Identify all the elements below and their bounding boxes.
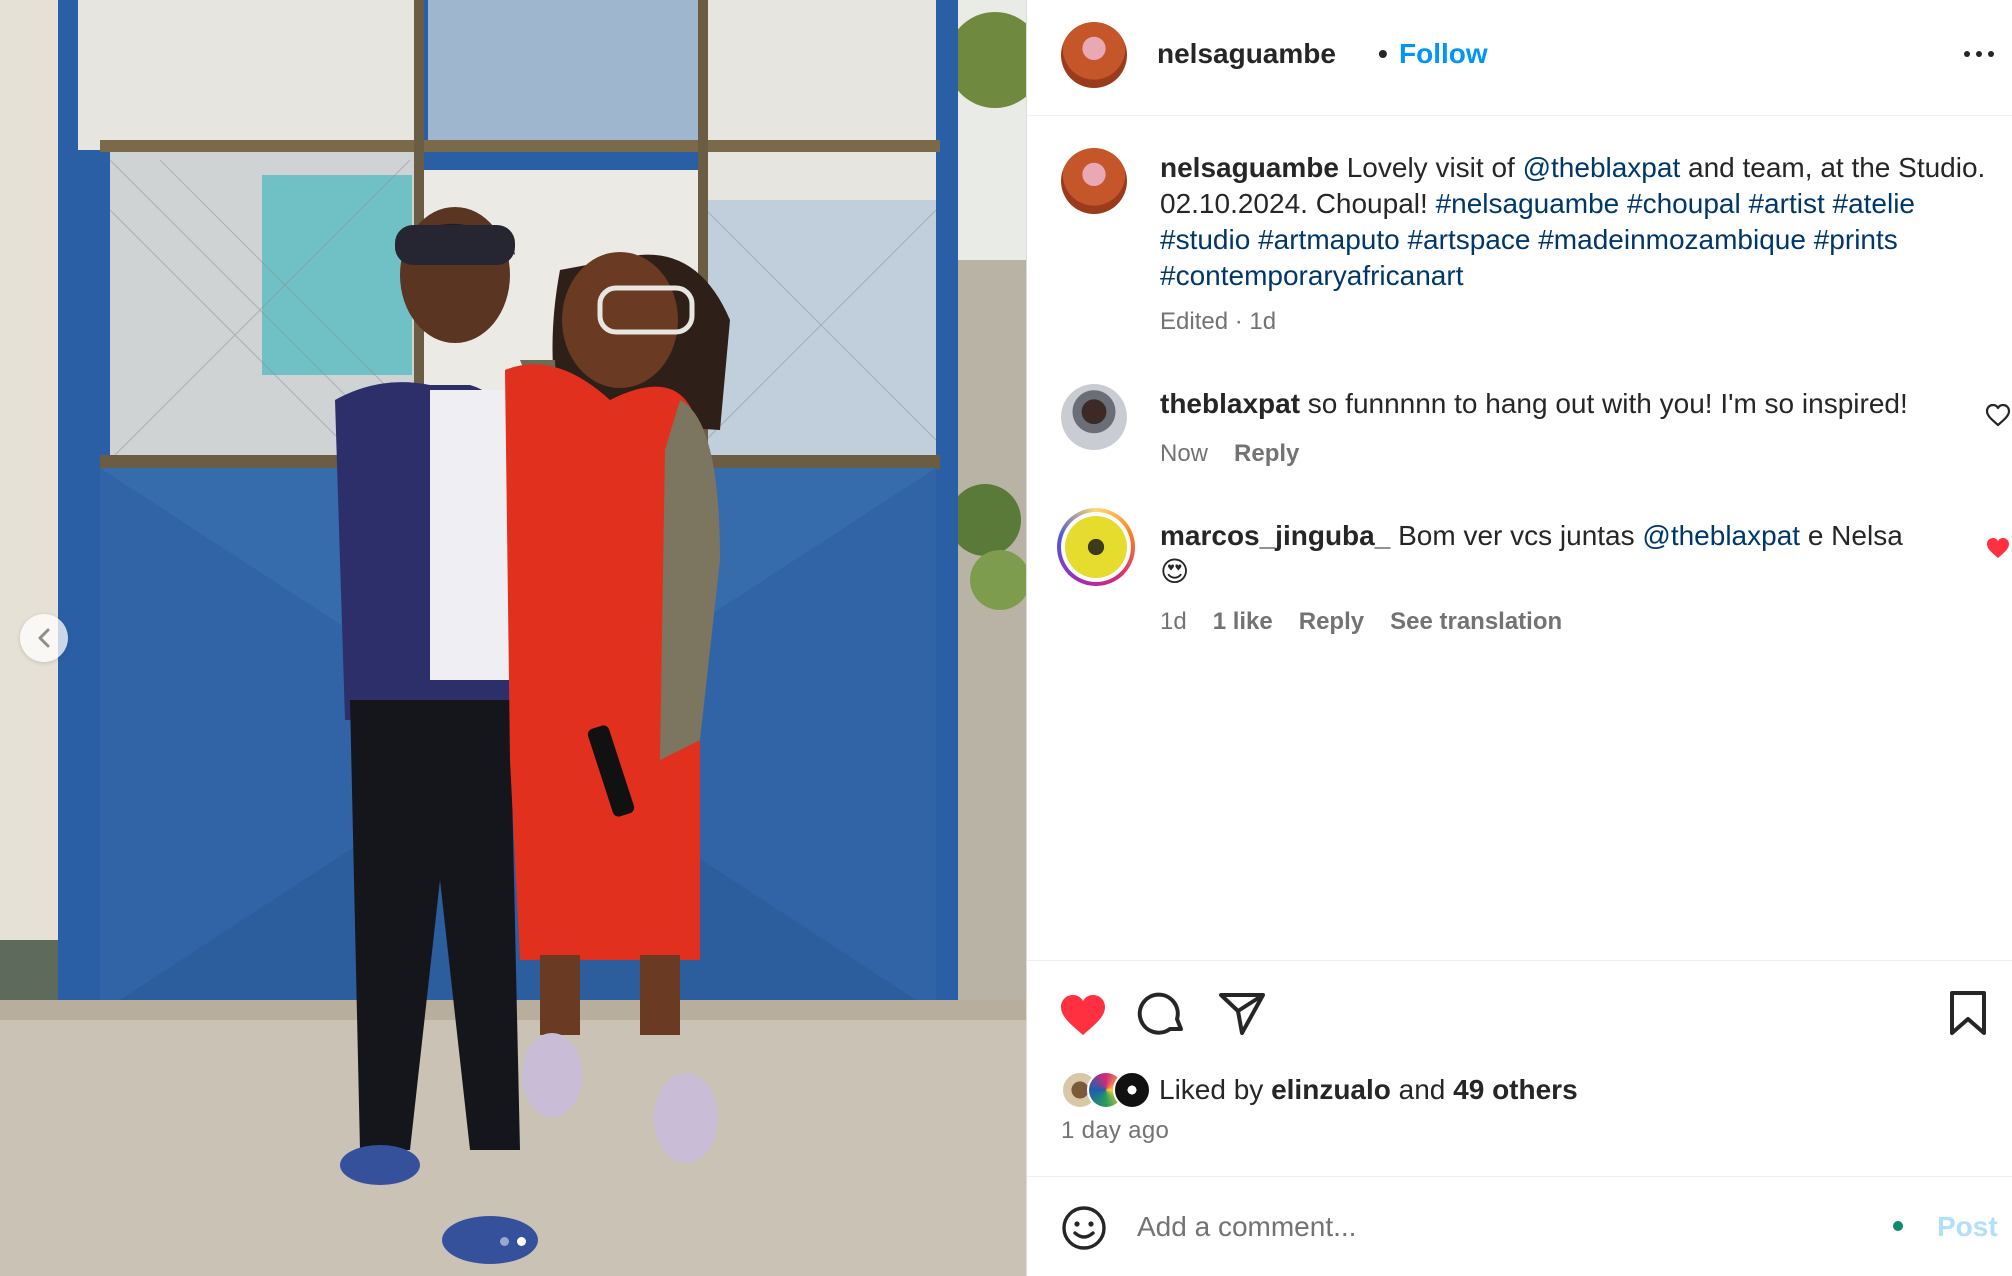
post-header: nelsaguambe • Follow: [1027, 0, 2012, 116]
post-actions: Liked by elinzualo and 49 others 1 day a…: [1027, 960, 2012, 1176]
post-photo: [0, 0, 1026, 1276]
caption-meta: Edited · 1d: [1160, 308, 1277, 335]
comment-item: theblaxpat so funnnnn to hang out with y…: [1160, 386, 1908, 422]
comment-username[interactable]: marcos_jinguba_: [1160, 520, 1390, 551]
carousel-dot: [500, 1237, 509, 1246]
carousel-dot-active: [517, 1237, 526, 1246]
carousel-indicator: [0, 1237, 1026, 1246]
header-separator: •: [1378, 38, 1388, 69]
likes-summary: Liked by elinzualo and 49 others: [1061, 1069, 1578, 1111]
comment-mention[interactable]: @theblaxpat: [1642, 520, 1800, 551]
see-translation-button[interactable]: See translation: [1390, 608, 1562, 636]
comment-item: marcos_jinguba_ Bom ver vcs juntas @theb…: [1160, 518, 1950, 590]
post-modal: nelsaguambe • Follow nelsaguambe Lovely …: [0, 0, 2012, 1276]
heart-outline-icon[interactable]: [1985, 403, 2011, 427]
liked-by-and: and: [1390, 1074, 1454, 1105]
more-horizontal-icon: [1976, 51, 1982, 57]
comment-meta: 1d 1 like Reply See translation: [1160, 608, 1588, 636]
liker-avatar[interactable]: [1113, 1071, 1151, 1109]
author-username[interactable]: nelsaguambe: [1157, 38, 1336, 70]
heart-filled-icon[interactable]: [1985, 536, 2011, 560]
comment-input[interactable]: [1137, 1201, 1877, 1253]
comment-meta: Now Reply: [1160, 440, 1325, 468]
caption-author-avatar[interactable]: [1061, 148, 1127, 214]
follow-button[interactable]: Follow: [1399, 38, 1488, 70]
send-icon[interactable]: [1217, 989, 1267, 1037]
status-dot: [1893, 1221, 1903, 1231]
post-time: 1 day ago: [1061, 1117, 1170, 1144]
heart-filled-icon[interactable]: [1057, 991, 1109, 1039]
comment-time: 1d: [1160, 608, 1187, 635]
more-options-button[interactable]: [1954, 36, 2004, 72]
comment-text: so funnnnn to hang out with you! I'm so …: [1300, 388, 1908, 419]
comment-time: Now: [1160, 440, 1209, 467]
liked-by-text: Liked by elinzualo and 49 others: [1159, 1074, 1578, 1106]
reply-button[interactable]: Reply: [1234, 440, 1299, 468]
post-side-panel: nelsaguambe • Follow nelsaguambe Lovely …: [1026, 0, 2012, 1276]
more-horizontal-icon: [1988, 51, 1994, 57]
comment-emoji: 😍: [1160, 556, 1190, 587]
caption-mention[interactable]: @theblaxpat: [1523, 152, 1681, 183]
comment-username[interactable]: theblaxpat: [1160, 388, 1300, 419]
caption-text: Lovely visit of: [1338, 152, 1523, 183]
chevron-left-icon: [38, 628, 50, 648]
add-comment-bar: Post: [1027, 1176, 2012, 1276]
smiley-icon[interactable]: [1061, 1205, 1107, 1251]
previous-photo-button[interactable]: [20, 614, 68, 662]
post-caption: nelsaguambe Lovely visit of @theblaxpat …: [1160, 150, 2000, 294]
commenter-avatar-story[interactable]: [1057, 508, 1135, 586]
reply-button[interactable]: Reply: [1299, 608, 1364, 636]
liked-by-user[interactable]: elinzualo: [1271, 1074, 1391, 1105]
comment-text: Bom ver vcs juntas: [1390, 520, 1643, 551]
bookmark-icon[interactable]: [1947, 989, 1989, 1037]
comment-icon[interactable]: [1137, 989, 1187, 1039]
post-media: [0, 0, 1026, 1276]
comment-likes-count[interactable]: 1 like: [1213, 608, 1273, 636]
post-comment-button[interactable]: Post: [1937, 1211, 1998, 1243]
commenter-avatar[interactable]: [1061, 384, 1127, 450]
comment-text: e Nelsa: [1800, 520, 1903, 551]
author-avatar[interactable]: [1061, 22, 1127, 88]
more-horizontal-icon: [1964, 51, 1970, 57]
liked-by-prefix: Liked by: [1159, 1074, 1272, 1105]
caption-username[interactable]: nelsaguambe: [1160, 152, 1339, 183]
liked-by-others[interactable]: 49 others: [1453, 1074, 1578, 1105]
